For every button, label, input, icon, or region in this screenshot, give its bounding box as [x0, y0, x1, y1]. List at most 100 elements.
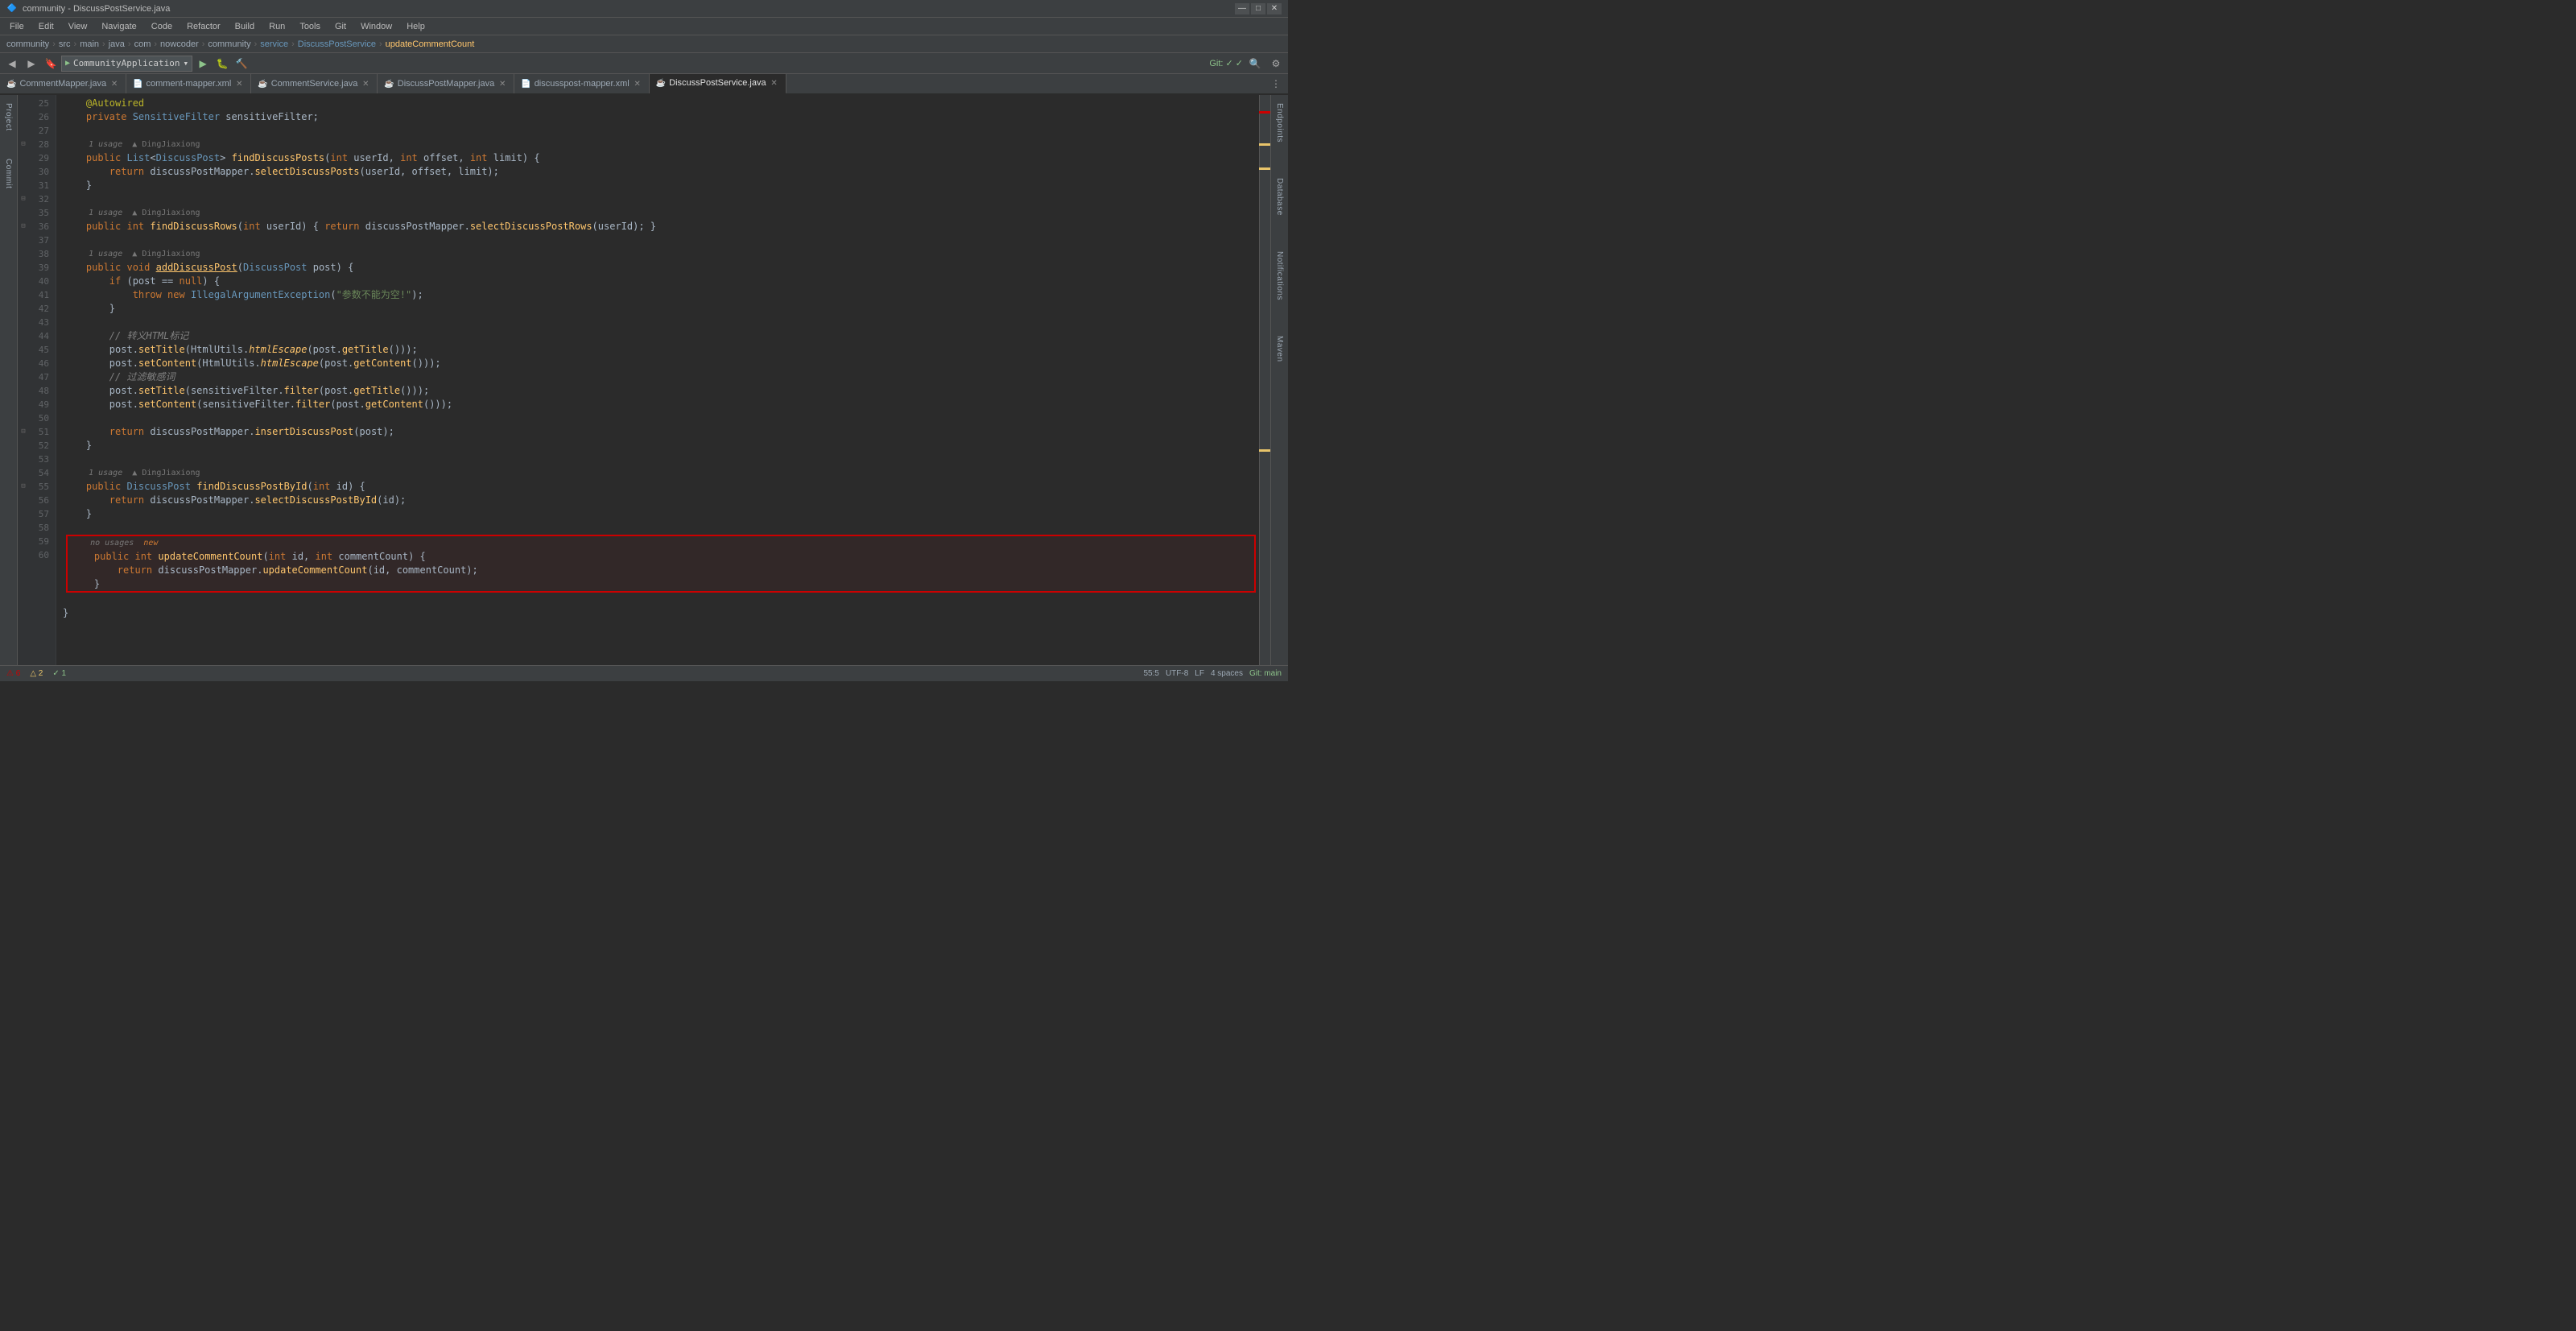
run-button[interactable]: ▶	[194, 56, 212, 72]
line-num-46: 46	[18, 357, 49, 370]
debug-button[interactable]: 🐛	[213, 56, 231, 72]
tab-comment-mapper-java[interactable]: ☕ CommentMapper.java ✕	[0, 74, 126, 94]
menu-run[interactable]: Run	[262, 20, 291, 33]
menu-tools[interactable]: Tools	[293, 20, 327, 33]
fold-icon-36[interactable]: ⊟	[19, 223, 27, 231]
code-line-47	[63, 411, 1259, 425]
maximize-button[interactable]: □	[1251, 3, 1265, 14]
status-warnings: △ 2	[30, 669, 43, 678]
code-line-28: public List<DiscussPost> findDiscussPost…	[63, 151, 1259, 165]
tab-comment-mapper-xml[interactable]: 📄 comment-mapper.xml ✕	[126, 74, 251, 94]
line-num-41: 41	[18, 288, 49, 302]
code-line-30: }	[63, 179, 1259, 192]
tab-close-icon[interactable]: ✕	[497, 79, 507, 89]
endpoints-panel-label[interactable]: Endpoints	[1274, 98, 1286, 147]
xml-icon: 📄	[133, 80, 142, 89]
code-line-58	[63, 593, 1259, 606]
breadcrumb-method[interactable]: updateCommentCount	[386, 39, 475, 49]
code-line-31	[63, 192, 1259, 206]
maven-panel-label[interactable]: Maven	[1274, 331, 1286, 367]
breadcrumb-com[interactable]: com	[134, 39, 151, 49]
forward-button[interactable]: ▶	[23, 56, 40, 72]
toolbar: ◀ ▶ 🔖 ▶ CommunityApplication ▾ ▶ 🐛 🔨 Git…	[0, 53, 1288, 74]
code-line-44: // 过滤敏感词	[63, 370, 1259, 384]
fold-icon-28[interactable]: ⊟	[19, 141, 27, 149]
tab-more-button[interactable]: ⋮	[1267, 76, 1285, 92]
java-icon: ☕	[6, 80, 16, 89]
code-line-48: return discussPostMapper.insertDiscussPo…	[63, 425, 1259, 439]
menu-edit[interactable]: Edit	[32, 20, 60, 33]
breadcrumb-service[interactable]: service	[260, 39, 288, 49]
menu-refactor[interactable]: Refactor	[180, 20, 227, 33]
minimize-button[interactable]: —	[1235, 3, 1249, 14]
code-editor[interactable]: 25 26 27 ⊟ 28 29 30 31 ⊟ 32 35 ⊟ 36 37 3…	[18, 95, 1270, 665]
toolbar-left: ◀ ▶ 🔖 ▶ CommunityApplication ▾ ▶ 🐛 🔨	[3, 56, 250, 72]
menu-build[interactable]: Build	[229, 20, 261, 33]
fold-icon-55[interactable]: ⊟	[19, 483, 27, 491]
close-button[interactable]: ✕	[1267, 3, 1282, 14]
main-layout: Project Commit 25 26 27 ⊟ 28 29 30 31 ⊟ …	[0, 95, 1288, 665]
fold-icon-32[interactable]: ⊟	[19, 196, 27, 204]
menu-file[interactable]: File	[3, 20, 31, 33]
menu-window[interactable]: Window	[354, 20, 398, 33]
hint-line-28: 1 usage ▲ DingJiaxiong	[63, 138, 1259, 151]
tab-close-icon[interactable]: ✕	[770, 78, 779, 88]
database-panel-label[interactable]: Database	[1274, 173, 1286, 221]
breadcrumb-src[interactable]: src	[59, 39, 71, 49]
tab-label: comment-mapper.xml	[147, 79, 232, 89]
project-panel-label[interactable]: Project	[2, 98, 14, 136]
breadcrumb-project[interactable]: community	[6, 39, 49, 49]
line-num-54: 54	[18, 466, 49, 480]
code-line-45: post.setTitle(sensitiveFilter.filter(pos…	[63, 384, 1259, 398]
hint-line-32: 1 usage ▲ DingJiaxiong	[63, 206, 1259, 220]
code-line-46: post.setContent(sensitiveFilter.filter(p…	[63, 398, 1259, 411]
menu-help[interactable]: Help	[400, 20, 431, 33]
status-encoding: UTF-8	[1166, 669, 1188, 678]
status-indent: 4 spaces	[1211, 669, 1243, 678]
tab-discusspost-mapper-xml[interactable]: 📄 discusspost-mapper.xml ✕	[514, 74, 649, 94]
line-num-32: ⊟ 32	[18, 192, 49, 206]
code-text-area[interactable]: @Autowired private SensitiveFilter sensi…	[56, 95, 1259, 665]
breadcrumb-nowcoder[interactable]: nowcoder	[160, 39, 199, 49]
line-num-55: ⊟ 55	[18, 480, 49, 494]
java-icon: ☕	[258, 80, 267, 89]
warning-marker-3	[1259, 449, 1270, 452]
breadcrumb-community[interactable]: community	[208, 39, 250, 49]
build-button[interactable]: 🔨	[233, 56, 250, 72]
line-num-43: 43	[18, 316, 49, 329]
breadcrumb-java[interactable]: java	[109, 39, 125, 49]
tab-comment-service-java[interactable]: ☕ CommentService.java ✕	[251, 74, 378, 94]
tab-close-icon[interactable]: ✕	[361, 79, 370, 89]
search-everywhere-button[interactable]: 🔍	[1246, 56, 1264, 72]
line-num-56: 56	[18, 494, 49, 507]
tab-discuss-post-mapper-java[interactable]: ☕ DiscussPostMapper.java ✕	[378, 74, 514, 94]
notifications-panel-label[interactable]: Notifications	[1274, 246, 1286, 305]
title-bar: 🔷 community - DiscussPostService.java — …	[0, 0, 1288, 18]
status-bar: ⚠ 6 △ 2 ✓ 1 55:5 UTF-8 LF 4 spaces Git: …	[0, 665, 1288, 681]
menu-view[interactable]: View	[62, 20, 94, 33]
menu-git[interactable]: Git	[328, 20, 353, 33]
run-config-dropdown[interactable]: ▶ CommunityApplication ▾	[61, 56, 192, 72]
tab-close-icon[interactable]: ✕	[234, 79, 244, 89]
code-line-55: public int updateCommentCount(int id, in…	[71, 550, 1251, 564]
settings-button[interactable]: ⚙	[1267, 56, 1285, 72]
status-line-sep: LF	[1195, 669, 1204, 678]
commit-panel-label[interactable]: Commit	[2, 154, 14, 193]
breadcrumb-main[interactable]: main	[80, 39, 99, 49]
fold-icon-51[interactable]: ⊟	[19, 428, 27, 436]
bookmark-button[interactable]: 🔖	[42, 56, 60, 72]
right-panel-strip: Endpoints Database Notifications Maven	[1270, 95, 1288, 665]
breadcrumb-file[interactable]: DiscussPostService	[298, 39, 376, 49]
line-num-52: 52	[18, 439, 49, 453]
menu-navigate[interactable]: Navigate	[95, 20, 142, 33]
code-line-38: throw new IllegalArgumentException("参数不能…	[63, 288, 1259, 302]
toolbar-right: Git: ✓ ✓ 🔍 ⚙	[1209, 56, 1285, 72]
tab-close-icon[interactable]: ✕	[109, 79, 119, 89]
menu-code[interactable]: Code	[145, 20, 179, 33]
tab-label: CommentService.java	[271, 79, 358, 89]
window-controls[interactable]: — □ ✕	[1235, 3, 1282, 14]
tab-close-icon[interactable]: ✕	[633, 79, 642, 89]
tab-discuss-post-service-java[interactable]: ☕ DiscussPostService.java ✕	[650, 74, 786, 94]
back-button[interactable]: ◀	[3, 56, 21, 72]
code-line-43: post.setContent(HtmlUtils.htmlEscape(pos…	[63, 357, 1259, 370]
